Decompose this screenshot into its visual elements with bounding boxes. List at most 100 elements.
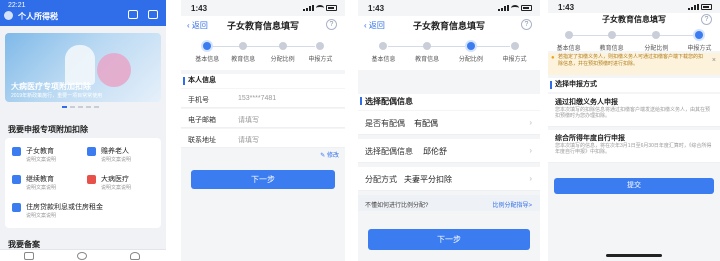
next-button[interactable]: 下一步 [368, 229, 530, 250]
wifi-icon [511, 5, 519, 11]
step-dot [203, 42, 212, 50]
status-icons [303, 5, 337, 11]
step-dot [316, 42, 325, 50]
item-label: 大病医疗 [101, 176, 129, 183]
banner-title: 大病医疗专项附加扣除 [11, 82, 91, 91]
page-title: 子女教育信息填写 [602, 15, 666, 24]
step-label: 申报方式 [687, 46, 712, 52]
banner[interactable]: 大病医疗专项附加扣除 2019年新政策施行，重要一项目常常使用 [5, 33, 161, 102]
status-bar: 1:43 [358, 0, 540, 16]
allocation-guide-link[interactable]: 比例分配指导> [492, 200, 532, 209]
message-icon[interactable] [148, 10, 158, 19]
status-time: 1:43 [558, 3, 575, 12]
help-icon[interactable]: ? [326, 19, 337, 30]
banner-subtitle: 2019年新政策施行，重要一项目常常使用 [11, 93, 103, 99]
avatar-icon[interactable] [4, 11, 13, 20]
step-dot [652, 31, 661, 39]
step-1: 基本信息 [548, 31, 591, 52]
section-title: 选择配偶信息 [358, 94, 540, 110]
close-icon[interactable]: × [712, 57, 716, 64]
item-sub: 说明文案说明 [26, 185, 57, 191]
modify-link[interactable]: ✎ 修改 [320, 150, 339, 159]
help-icon[interactable]: ? [521, 19, 532, 30]
step-label: 申报方式 [308, 57, 333, 63]
row-value: 请填写 [238, 117, 259, 124]
step-dot [510, 42, 519, 50]
deduction-grid: 子女教育 说明文案说明 赡养老人 说明文案说明 继续教育 说明文案说明 大病医疗… [5, 138, 161, 228]
nav-bar: 子女教育信息填写 ? [548, 13, 720, 29]
help-icon[interactable]: ? [701, 14, 712, 25]
step-1: 基本信息 [361, 42, 405, 63]
step-4: 申报方式 [493, 42, 537, 63]
option-title: 综合所得年度自行申报 [555, 135, 625, 142]
notice-banner: ● 若指定了扣缴义务人，则扣缴义务人可通过扣缴客户端下载您的扣除信息，并在预扣预… [548, 53, 720, 75]
step-dot [695, 31, 704, 39]
step-3: 分配比例 [449, 42, 493, 63]
page-title: 子女教育信息填写 [226, 21, 299, 31]
item-label: 继续教育 [26, 176, 54, 183]
status-bar: 1:43 [181, 0, 345, 16]
child-education-icon [12, 147, 21, 156]
banner-figure-2 [97, 53, 131, 87]
screen-allocation: 1:43 ‹ 返回 子女教育信息填写 ? 基本信息 教育信息 分配比例 申报方式… [358, 0, 540, 261]
option-self-declare[interactable]: 综合所得年度自行申报 您本次填写的信息，将在次年3月1日至6月30日年度汇算时，… [548, 130, 720, 163]
option-desc: 您本次填写的信息，将在次年3月1日至6月30日年度汇算时，《综合所得年度自行申报… [555, 143, 712, 155]
tab-home-icon[interactable] [24, 252, 34, 260]
row-key: 电子邮箱 [188, 117, 216, 124]
step-2: 教育信息 [590, 31, 634, 52]
option-desc: 您本次填写的扣除信息将通过扣缴客户端发送给扣缴义务人，由其在预扣预缴时为您办理扣… [555, 107, 711, 119]
wifi-icon [316, 5, 324, 11]
battery-icon [701, 4, 712, 10]
home-indicator [606, 254, 662, 257]
status-time: 1:43 [368, 4, 385, 13]
row-key: 分配方式 [365, 175, 397, 184]
page-title: 子女教育信息填写 [412, 21, 485, 31]
row-email[interactable]: 电子邮箱 请填写 [181, 109, 345, 128]
option-withholding-agent[interactable]: 通过扣缴义务人申报 您本次填写的扣除信息将通过扣缴客户端发送给扣缴义务人，由其在… [548, 94, 720, 127]
item-sub: 说明文案说明 [26, 213, 57, 219]
status-time: 22:21 [8, 2, 26, 9]
tab-mine-icon[interactable] [130, 252, 140, 260]
screen-basic-info: 1:43 ‹ 返回 子女教育信息填写 ? 基本信息 教育信息 分配比例 申报方式… [181, 0, 345, 261]
item-sub: 说明文案说明 [101, 157, 132, 163]
step-label: 教育信息 [231, 57, 256, 63]
row-address[interactable]: 联系地址 请填写 [181, 129, 345, 148]
row-phone[interactable]: 手机号 153****7481 [181, 89, 345, 108]
chevron-right-icon: › [529, 146, 532, 155]
step-label: 分配比例 [458, 57, 483, 63]
signal-icon [303, 5, 314, 11]
status-time: 1:43 [191, 4, 208, 13]
row-value: 夫妻平分扣除 [404, 175, 452, 184]
row-has-spouse[interactable]: 是否有配偶 有配偶 › [358, 111, 540, 135]
header-bar: 22:21 个人所得税 [0, 0, 166, 26]
item-sub: 说明文案说明 [26, 157, 57, 163]
row-spouse-info[interactable]: 选择配偶信息 邱伦舒 › [358, 139, 540, 163]
scan-icon[interactable] [128, 10, 138, 19]
next-button[interactable]: 下一步 [191, 170, 335, 189]
screen-declaration-method: 1:43 子女教育信息填写 ? 基本信息 教育信息 分配比例 申报方式 ● 若指… [548, 0, 720, 261]
step-dot [607, 31, 616, 39]
item-label: 子女教育 [26, 148, 54, 155]
tab-service-icon[interactable] [77, 252, 87, 260]
row-allocation-method[interactable]: 分配方式 夫妻平分扣除 › [358, 167, 540, 191]
submit-button[interactable]: 提交 [554, 178, 714, 194]
modify-label: 修改 [326, 153, 339, 159]
medical-icon [87, 175, 96, 184]
banner-pager [62, 106, 99, 108]
step-dot [423, 42, 432, 50]
status-icons [688, 4, 712, 10]
chevron-right-icon: › [529, 118, 532, 127]
section-title: 选择申报方式 [548, 78, 720, 92]
status-icons [498, 5, 532, 11]
nav-bar: ‹ 返回 子女教育信息填写 ? [181, 16, 345, 36]
row-value: 邱伦舒 [423, 147, 447, 156]
signal-icon [688, 4, 699, 10]
row-key: 是否有配偶 [365, 119, 405, 128]
step-label: 教育信息 [599, 46, 624, 52]
step-label: 申报方式 [502, 57, 527, 63]
section-title: 我要申报专项附加扣除 [8, 125, 88, 134]
step-2: 教育信息 [405, 42, 449, 63]
chevron-right-icon: › [529, 174, 532, 183]
section-title: 本人信息 [181, 74, 345, 88]
row-key: 选择配偶信息 [365, 147, 413, 156]
